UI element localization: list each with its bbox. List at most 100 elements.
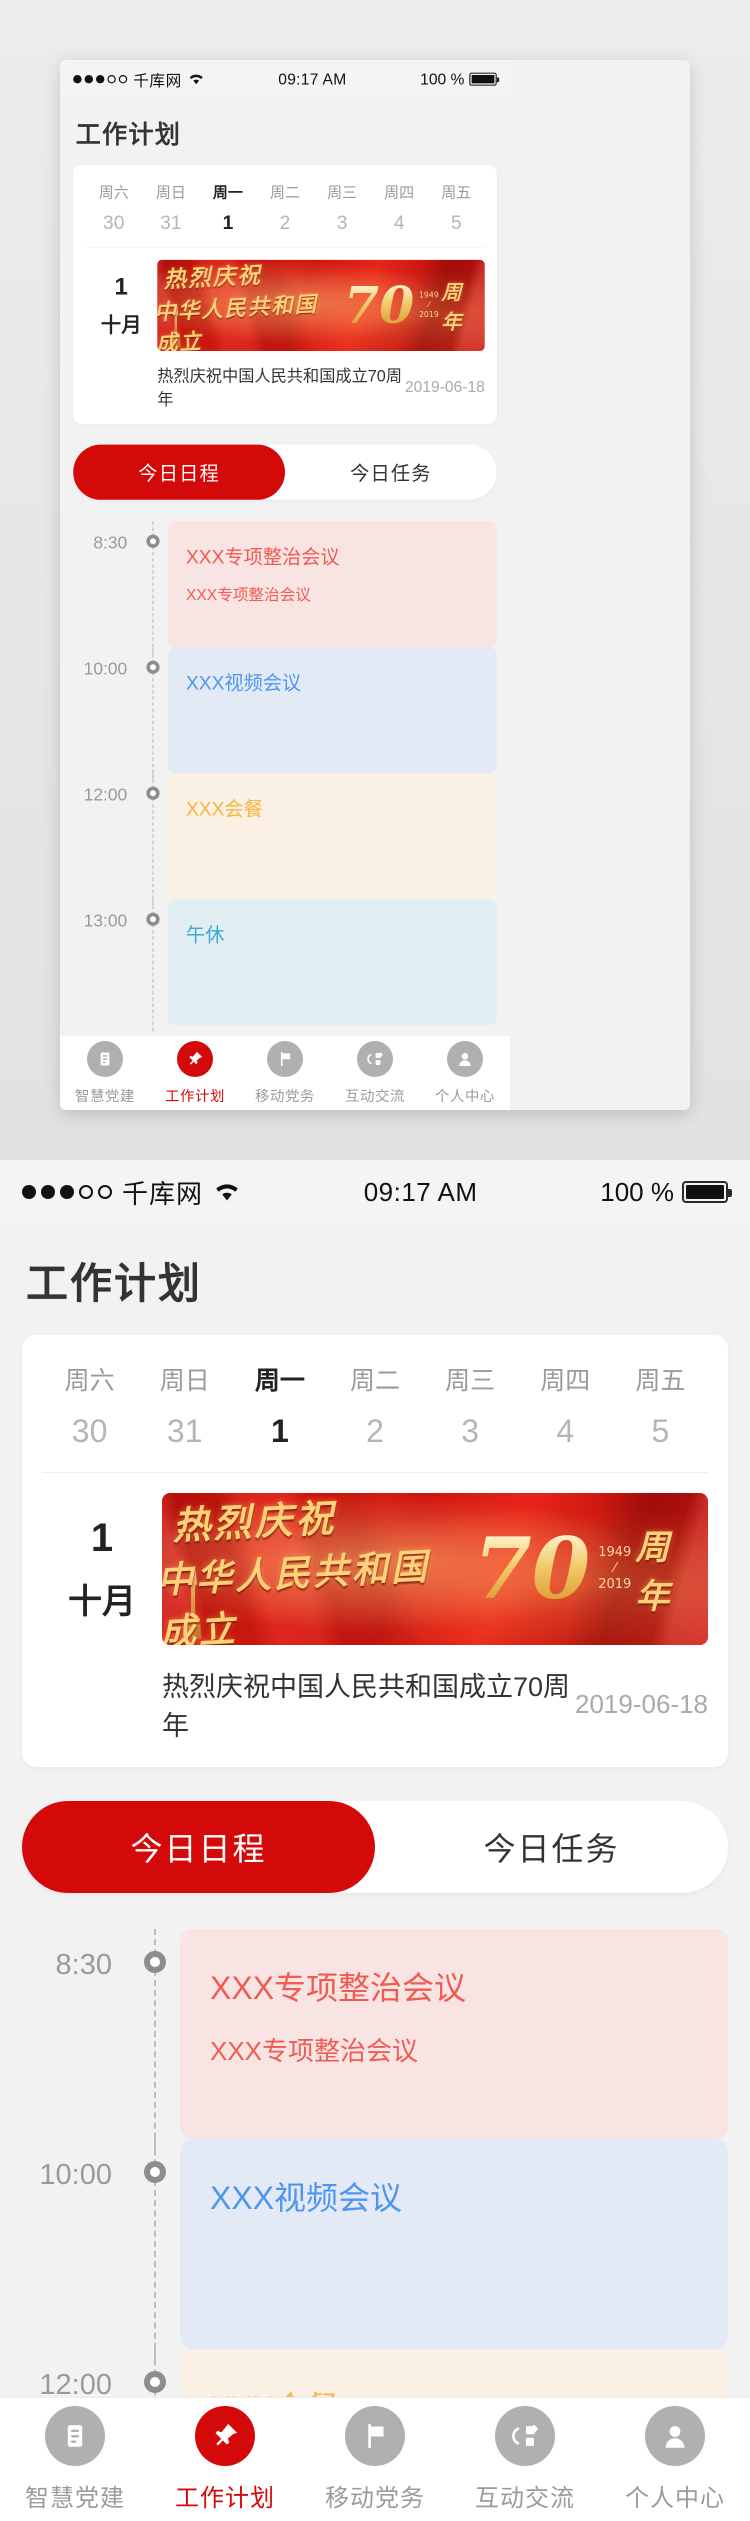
battery-fill	[471, 75, 495, 84]
week-strip: 周六 30 周日 31 周一 1 周二 2 周三 3 周四 4 周五 5	[22, 1335, 728, 1472]
banner-caption-date: 2019-06-18	[575, 1688, 708, 1719]
calendar-day-number: 31	[160, 211, 182, 234]
schedule-card[interactable]: XXX专项整治会议 XXX专项整治会议	[168, 521, 497, 648]
signal-dot	[79, 1185, 93, 1199]
calendar-day-1[interactable]: 周一 1	[232, 1361, 327, 1450]
calendar-day-3[interactable]: 周三 3	[314, 181, 371, 234]
page-title: 工作计划	[0, 1224, 750, 1335]
tab-today-schedule[interactable]: 今日日程	[73, 444, 285, 500]
calendar-day-name: 周一	[212, 184, 243, 201]
nav-item-label: 个人中心	[435, 1088, 496, 1105]
nav-item-document[interactable]: 智慧党建	[60, 1041, 150, 1105]
calendar-day-30[interactable]: 周六 30	[42, 1361, 137, 1450]
calendar-day-name: 周日	[155, 184, 186, 201]
schedule-item: 10:00 XXX视频会议	[0, 2139, 750, 2359]
anniversary-banner[interactable]: 热烈庆祝 中华人民共和国成立 70 1949 ⁄ 2019 周年	[162, 1493, 708, 1645]
pin-icon	[189, 1051, 203, 1065]
battery-fill	[686, 1185, 724, 1199]
banner-caption-text: 热烈庆祝中国人民共和国成立70周年	[162, 1672, 571, 1741]
calendar-day-1[interactable]: 周一 1	[199, 181, 256, 234]
banner-caption: 热烈庆祝中国人民共和国成立70周年 2019-06-18	[22, 1645, 728, 1767]
timeline-axis	[138, 647, 168, 780]
anniversary-banner[interactable]: 热烈庆祝 中华人民共和国成立 70 1949 ⁄ 2019 周年	[157, 259, 485, 351]
banner-years: 1949 ⁄ 2019	[419, 291, 439, 320]
banner-line-2: 中华人民共和国成立	[157, 291, 319, 351]
timeline-node	[146, 786, 160, 800]
schedule-card[interactable]: XXX视频会议	[168, 647, 497, 774]
signal-dot	[84, 75, 93, 84]
status-bar-left: 千库网	[22, 1174, 241, 1211]
calendar-day-number: 4	[556, 1413, 575, 1449]
schedule-item: 13:00 午休	[60, 899, 510, 1032]
nav-icon-wrap	[495, 2406, 555, 2466]
nav-item-exchange[interactable]: 互动交流	[450, 2406, 600, 2513]
status-bar: 千库网 09:17 AM 100 %	[0, 1160, 750, 1224]
timeline-node	[146, 660, 160, 674]
nav-icon-wrap	[447, 1041, 484, 1077]
schedule-card-subtitle: XXX专项整治会议	[210, 2036, 419, 2066]
pin-icon	[215, 2423, 238, 2446]
nav-icon-wrap	[87, 1041, 123, 1077]
tab-today-task[interactable]: 今日任务	[285, 445, 497, 500]
nav-icon-wrap	[45, 2406, 105, 2466]
calendar-card: 周六 30 周日 31 周一 1 周二 2 周三 3 周四 4 周五 5 1 十月 热烈庆祝 中华人民共和国成立 7…	[73, 165, 497, 425]
schedule-card[interactable]: XXX会餐	[168, 773, 497, 900]
calendar-day-5[interactable]: 周五 5	[428, 181, 485, 234]
selected-day-number: 1	[90, 1515, 114, 1560]
calendar-day-30[interactable]: 周六 30	[85, 181, 142, 234]
calendar-day-2[interactable]: 周二 2	[327, 1361, 422, 1450]
calendar-day-31[interactable]: 周日 31	[142, 181, 199, 234]
status-bar-left: 千库网	[73, 68, 204, 90]
app-screen-preview: 千库网 09:17 AM 100 % 工作计划 周六 30 周日 31 周一 1 周二 2 周三 3 周四 4…	[60, 60, 511, 1110]
nav-item-flag[interactable]: 移动党务	[240, 1041, 330, 1105]
banner-year-from: 1949	[598, 1544, 632, 1560]
nav-item-flag[interactable]: 移动党务	[300, 2406, 450, 2513]
document-icon	[67, 2425, 83, 2447]
timeline-node	[146, 534, 160, 548]
calendar-day-4[interactable]: 周四 4	[371, 181, 428, 234]
battery-percent: 100 %	[420, 69, 465, 88]
calendar-day-2[interactable]: 周二 2	[256, 181, 313, 234]
selected-date: 1 十月	[85, 273, 157, 337]
selected-month: 十月	[100, 313, 142, 337]
calendar-day-5[interactable]: 周五 5	[613, 1361, 708, 1450]
schedule-time: 12:00	[83, 785, 128, 805]
calendar-day-name: 周五	[635, 1367, 686, 1395]
schedule-card[interactable]: XXX视频会议	[180, 2139, 728, 2349]
nav-item-person[interactable]: 个人中心	[420, 1041, 510, 1105]
nav-item-label: 工作计划	[165, 1088, 225, 1105]
calendar-day-4[interactable]: 周四 4	[518, 1361, 613, 1450]
nav-item-label: 智慧党建	[25, 2485, 125, 2512]
nav-item-label: 智慧党建	[75, 1088, 135, 1105]
calendar-day-name: 周一	[254, 1367, 305, 1395]
timeline-axis	[138, 773, 168, 906]
calendar-day-number: 2	[279, 211, 291, 234]
status-bar-time: 09:17 AM	[278, 69, 347, 88]
banner-slogan: 热烈庆祝 中华人民共和国成立	[157, 260, 339, 351]
bottom-nav: 智慧党建 工作计划 移动党务 互动交流 个人中心	[60, 1035, 511, 1110]
nav-item-label: 互动交流	[345, 1088, 405, 1105]
schedule-card[interactable]: 午休	[168, 899, 497, 1026]
banner-year-to: 2019	[418, 310, 439, 320]
calendar-day-name: 周六	[64, 1367, 115, 1395]
tab-today-task[interactable]: 今日任务	[375, 1801, 728, 1893]
banner-suffix: 周年	[441, 280, 463, 335]
nav-icon-wrap	[357, 1041, 393, 1077]
calendar-day-31[interactable]: 周日 31	[137, 1361, 232, 1450]
battery-percent: 100 %	[600, 1176, 674, 1207]
nav-item-pin[interactable]: 工作计划	[150, 1041, 240, 1105]
banner-year-to: 2019	[598, 1577, 632, 1593]
signal-dot	[118, 75, 128, 84]
nav-item-exchange[interactable]: 互动交流	[330, 1041, 420, 1105]
calendar-day-number: 1	[270, 1413, 289, 1449]
nav-item-pin[interactable]: 工作计划	[150, 2406, 300, 2513]
wifi-icon	[216, 1184, 238, 1201]
calendar-day-3[interactable]: 周三 3	[423, 1361, 518, 1450]
tab-today-schedule[interactable]: 今日日程	[22, 1801, 375, 1893]
timeline-axis	[130, 2139, 180, 2359]
nav-item-person[interactable]: 个人中心	[600, 2406, 750, 2513]
nav-item-document[interactable]: 智慧党建	[0, 2406, 150, 2513]
signal-dot	[60, 1185, 74, 1199]
schedule-card[interactable]: XXX专项整治会议 XXX专项整治会议	[180, 1929, 728, 2139]
schedule-timeline: 8:30 XXX专项整治会议 XXX专项整治会议 10:00 XXX视频会议 12:00 X…	[60, 500, 510, 1032]
